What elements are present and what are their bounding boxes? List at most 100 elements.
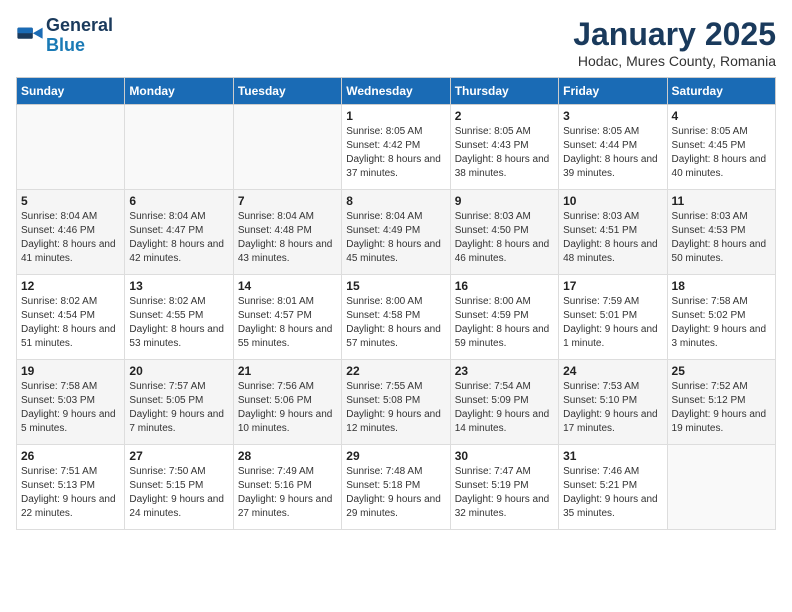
day-number: 30 bbox=[455, 449, 554, 463]
calendar-table: SundayMondayTuesdayWednesdayThursdayFrid… bbox=[16, 77, 776, 530]
day-number: 14 bbox=[238, 279, 337, 293]
calendar-cell bbox=[667, 445, 775, 530]
week-row-1: 1 Sunrise: 8:05 AM Sunset: 4:42 PM Daylig… bbox=[17, 105, 776, 190]
day-info: Sunrise: 8:05 AM Sunset: 4:42 PM Dayligh… bbox=[346, 125, 445, 181]
day-info: Sunrise: 8:05 AM Sunset: 4:44 PM Dayligh… bbox=[563, 125, 662, 181]
week-row-3: 12 Sunrise: 8:02 AM Sunset: 4:54 PM Dayli… bbox=[17, 275, 776, 360]
day-info: Sunrise: 8:00 AM Sunset: 4:58 PM Dayligh… bbox=[346, 295, 445, 351]
calendar-cell: 19Sunrise: 7:58 AM Sunset: 5:03 PM Dayli… bbox=[17, 360, 125, 445]
weekday-header-tuesday: Tuesday bbox=[233, 78, 341, 105]
day-info: Sunrise: 8:02 AM Sunset: 4:55 PM Dayligh… bbox=[129, 295, 228, 351]
logo: General Blue bbox=[16, 16, 113, 56]
calendar-cell: 30Sunrise: 7:47 AM Sunset: 5:19 PM Dayli… bbox=[450, 445, 558, 530]
week-row-4: 19Sunrise: 7:58 AM Sunset: 5:03 PM Dayli… bbox=[17, 360, 776, 445]
day-number: 17 bbox=[563, 279, 662, 293]
calendar-cell: 21Sunrise: 7:56 AM Sunset: 5:06 PM Dayli… bbox=[233, 360, 341, 445]
calendar-cell: 25 Sunrise: 7:52 AM Sunset: 5:12 PM Dayli… bbox=[667, 360, 775, 445]
day-number: 23 bbox=[455, 364, 554, 378]
calendar-cell: 18 Sunrise: 7:58 AM Sunset: 5:02 PM Dayli… bbox=[667, 275, 775, 360]
logo-line1: General bbox=[46, 16, 113, 36]
day-info: Sunrise: 7:59 AM Sunset: 5:01 PM Dayligh… bbox=[563, 295, 662, 351]
day-number: 26 bbox=[21, 449, 120, 463]
calendar-cell: 6 Sunrise: 8:04 AM Sunset: 4:47 PM Daylig… bbox=[125, 190, 233, 275]
day-info: Sunrise: 8:04 AM Sunset: 4:47 PM Dayligh… bbox=[129, 210, 228, 266]
logo-icon bbox=[16, 22, 44, 50]
calendar-cell: 1 Sunrise: 8:05 AM Sunset: 4:42 PM Daylig… bbox=[342, 105, 450, 190]
day-info: Sunrise: 8:03 AM Sunset: 4:53 PM Dayligh… bbox=[672, 210, 771, 266]
day-info: Sunrise: 7:49 AM Sunset: 5:16 PM Dayligh… bbox=[238, 465, 337, 521]
day-number: 18 bbox=[672, 279, 771, 293]
calendar-cell bbox=[125, 105, 233, 190]
logo-line2: Blue bbox=[46, 36, 113, 56]
day-number: 10 bbox=[563, 194, 662, 208]
day-number: 8 bbox=[346, 194, 445, 208]
day-number: 6 bbox=[129, 194, 228, 208]
day-number: 31 bbox=[563, 449, 662, 463]
calendar-cell: 17 Sunrise: 7:59 AM Sunset: 5:01 PM Dayli… bbox=[559, 275, 667, 360]
day-info: Sunrise: 7:55 AM Sunset: 5:08 PM Dayligh… bbox=[346, 380, 445, 436]
day-info: Sunrise: 8:04 AM Sunset: 4:46 PM Dayligh… bbox=[21, 210, 120, 266]
calendar-cell: 27Sunrise: 7:50 AM Sunset: 5:15 PM Dayli… bbox=[125, 445, 233, 530]
calendar-cell: 9Sunrise: 8:03 AM Sunset: 4:50 PM Daylig… bbox=[450, 190, 558, 275]
calendar-cell: 8 Sunrise: 8:04 AM Sunset: 4:49 PM Daylig… bbox=[342, 190, 450, 275]
day-number: 7 bbox=[238, 194, 337, 208]
day-number: 22 bbox=[346, 364, 445, 378]
day-number: 1 bbox=[346, 109, 445, 123]
calendar-cell: 20Sunrise: 7:57 AM Sunset: 5:05 PM Dayli… bbox=[125, 360, 233, 445]
day-number: 12 bbox=[21, 279, 120, 293]
day-number: 27 bbox=[129, 449, 228, 463]
day-number: 2 bbox=[455, 109, 554, 123]
calendar-cell: 28 Sunrise: 7:49 AM Sunset: 5:16 PM Dayli… bbox=[233, 445, 341, 530]
calendar-cell: 4Sunrise: 8:05 AM Sunset: 4:45 PM Daylig… bbox=[667, 105, 775, 190]
day-info: Sunrise: 8:03 AM Sunset: 4:50 PM Dayligh… bbox=[455, 210, 554, 266]
day-info: Sunrise: 7:56 AM Sunset: 5:06 PM Dayligh… bbox=[238, 380, 337, 436]
day-number: 15 bbox=[346, 279, 445, 293]
day-info: Sunrise: 7:58 AM Sunset: 5:02 PM Dayligh… bbox=[672, 295, 771, 351]
day-info: Sunrise: 7:53 AM Sunset: 5:10 PM Dayligh… bbox=[563, 380, 662, 436]
calendar-cell: 3 Sunrise: 8:05 AM Sunset: 4:44 PM Daylig… bbox=[559, 105, 667, 190]
calendar-cell bbox=[233, 105, 341, 190]
weekday-header-monday: Monday bbox=[125, 78, 233, 105]
day-number: 29 bbox=[346, 449, 445, 463]
title-block: January 2025 Hodac, Mures County, Romani… bbox=[573, 16, 776, 69]
day-number: 3 bbox=[563, 109, 662, 123]
weekday-header-friday: Friday bbox=[559, 78, 667, 105]
weekday-header-thursday: Thursday bbox=[450, 78, 558, 105]
calendar-cell: 31Sunrise: 7:46 AM Sunset: 5:21 PM Dayli… bbox=[559, 445, 667, 530]
calendar-cell: 2 Sunrise: 8:05 AM Sunset: 4:43 PM Daylig… bbox=[450, 105, 558, 190]
calendar-cell: 23 Sunrise: 7:54 AM Sunset: 5:09 PM Dayli… bbox=[450, 360, 558, 445]
calendar-cell: 26Sunrise: 7:51 AM Sunset: 5:13 PM Dayli… bbox=[17, 445, 125, 530]
calendar-cell: 14 Sunrise: 8:01 AM Sunset: 4:57 PM Dayli… bbox=[233, 275, 341, 360]
day-number: 20 bbox=[129, 364, 228, 378]
day-info: Sunrise: 8:04 AM Sunset: 4:48 PM Dayligh… bbox=[238, 210, 337, 266]
weekday-header-row: SundayMondayTuesdayWednesdayThursdayFrid… bbox=[17, 78, 776, 105]
calendar-cell: 29 Sunrise: 7:48 AM Sunset: 5:18 PM Dayli… bbox=[342, 445, 450, 530]
calendar-cell: 13 Sunrise: 8:02 AM Sunset: 4:55 PM Dayli… bbox=[125, 275, 233, 360]
page-header: General Blue January 2025 Hodac, Mures C… bbox=[16, 16, 776, 69]
day-number: 16 bbox=[455, 279, 554, 293]
day-info: Sunrise: 7:58 AM Sunset: 5:03 PM Dayligh… bbox=[21, 380, 120, 436]
day-number: 24 bbox=[563, 364, 662, 378]
day-info: Sunrise: 8:03 AM Sunset: 4:51 PM Dayligh… bbox=[563, 210, 662, 266]
weekday-header-sunday: Sunday bbox=[17, 78, 125, 105]
calendar-cell: 22 Sunrise: 7:55 AM Sunset: 5:08 PM Dayli… bbox=[342, 360, 450, 445]
day-info: Sunrise: 7:54 AM Sunset: 5:09 PM Dayligh… bbox=[455, 380, 554, 436]
day-number: 13 bbox=[129, 279, 228, 293]
calendar-cell: 11 Sunrise: 8:03 AM Sunset: 4:53 PM Dayli… bbox=[667, 190, 775, 275]
day-number: 5 bbox=[21, 194, 120, 208]
calendar-cell: 15 Sunrise: 8:00 AM Sunset: 4:58 PM Dayli… bbox=[342, 275, 450, 360]
day-info: Sunrise: 8:02 AM Sunset: 4:54 PM Dayligh… bbox=[21, 295, 120, 351]
day-number: 25 bbox=[672, 364, 771, 378]
day-info: Sunrise: 8:01 AM Sunset: 4:57 PM Dayligh… bbox=[238, 295, 337, 351]
calendar-cell: 16Sunrise: 8:00 AM Sunset: 4:59 PM Dayli… bbox=[450, 275, 558, 360]
day-info: Sunrise: 7:48 AM Sunset: 5:18 PM Dayligh… bbox=[346, 465, 445, 521]
day-info: Sunrise: 8:04 AM Sunset: 4:49 PM Dayligh… bbox=[346, 210, 445, 266]
subtitle: Hodac, Mures County, Romania bbox=[573, 53, 776, 69]
day-number: 28 bbox=[238, 449, 337, 463]
day-info: Sunrise: 7:52 AM Sunset: 5:12 PM Dayligh… bbox=[672, 380, 771, 436]
main-title: January 2025 bbox=[573, 16, 776, 53]
day-info: Sunrise: 8:05 AM Sunset: 4:43 PM Dayligh… bbox=[455, 125, 554, 181]
day-number: 11 bbox=[672, 194, 771, 208]
week-row-2: 5 Sunrise: 8:04 AM Sunset: 4:46 PM Daylig… bbox=[17, 190, 776, 275]
calendar-cell: 24 Sunrise: 7:53 AM Sunset: 5:10 PM Dayli… bbox=[559, 360, 667, 445]
